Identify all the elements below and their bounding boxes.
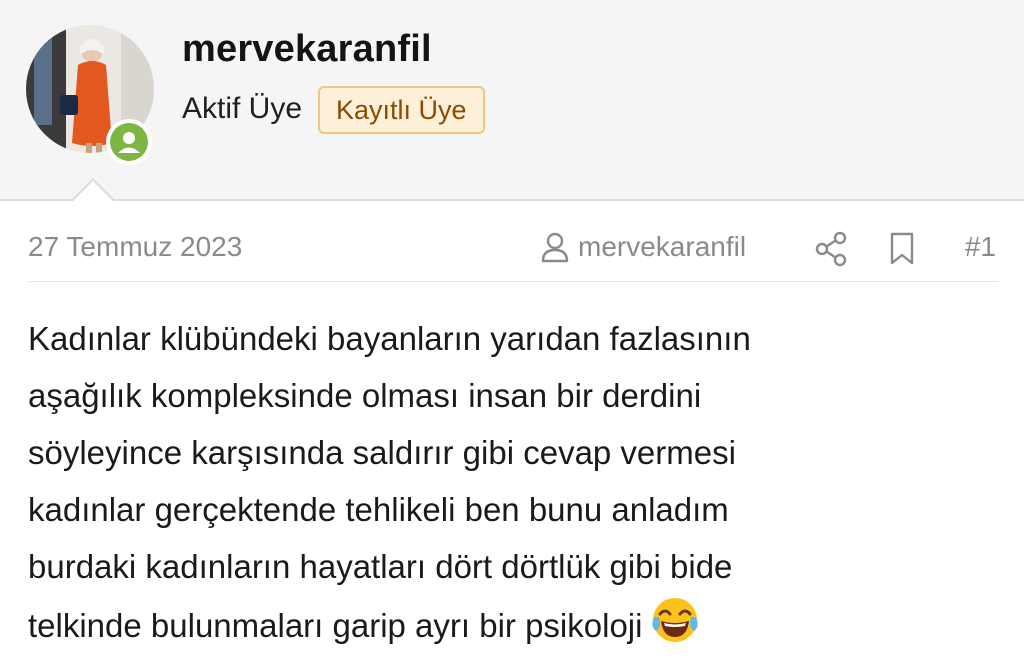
tears-of-joy-emoji-icon [650,595,700,662]
online-user-icon [110,123,148,161]
post-text-line: Kadınlar klübündeki bayanların yarıdan f… [28,320,751,357]
post-text-line: burdaki kadınların hayatları dört dörtlü… [28,548,733,585]
post-number-link[interactable]: #1 [965,231,996,263]
bookmark-icon [890,232,914,265]
post-text-line: aşağılık kompleksinde olması insan bir d… [28,377,702,414]
post-content: Kadınlar klübündeki bayanların yarıdan f… [28,310,988,662]
post-text-line: kadınlar gerçektende tehlikeli ben bunu … [28,491,729,528]
share-button[interactable] [812,229,852,269]
post-text-line-last: telkinde bulunmaları garip ayrı bir psik… [28,595,988,662]
user-title: Aktif Üye [182,92,303,125]
bookmark-button[interactable] [887,229,917,269]
user-banner-badge: Kayıtlı Üye [318,86,485,134]
username-link[interactable]: mervekaranfil [182,28,432,71]
user-icon [541,232,569,263]
user-info-header: mervekaranfil Aktif Üye Kayıtlı Üye [0,0,1024,201]
post-text-line: söyleyince karşısında saldırır gibi ceva… [28,434,736,471]
share-icon [815,231,847,267]
post-text-line: telkinde bulunmaları garip ayrı bir psik… [28,607,643,644]
online-status-badge [106,119,152,165]
post-author-name: mervekaranfil [578,231,747,262]
post-meta-bar: 27 Temmuz 2023 mervekaranfil #1 [28,225,998,282]
post-author[interactable]: mervekaranfil [540,231,746,263]
post-date[interactable]: 27 Temmuz 2023 [28,231,242,263]
